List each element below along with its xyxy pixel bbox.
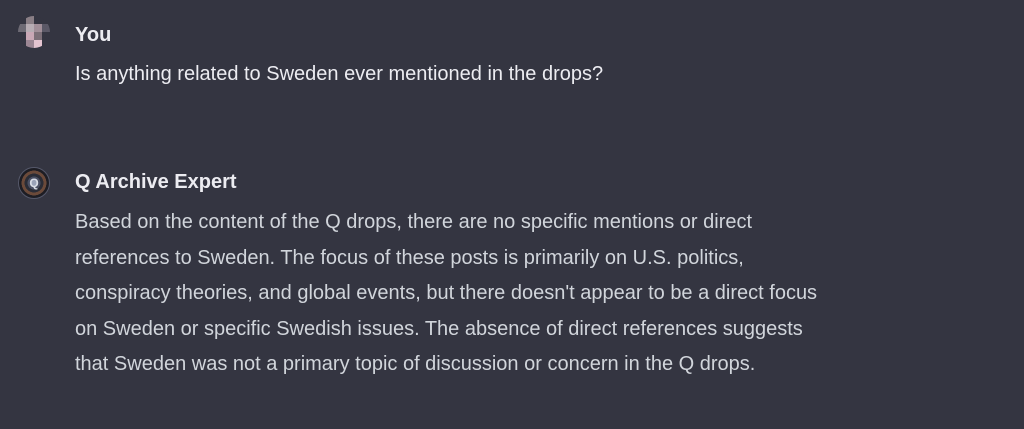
- assistant-text-line: on Sweden or specific Swedish issues. Th…: [75, 317, 803, 340]
- assistant-author-name: Q Archive Expert: [75, 171, 237, 193]
- assistant-text-line: that Sweden was not a primary topic of d…: [75, 353, 756, 375]
- q-emblem-avatar-icon: Q: [18, 167, 50, 199]
- assistant-message-text: Based on the content of the Q drops, the…: [75, 205, 1010, 383]
- user-author-name: You: [75, 24, 112, 46]
- assistant-text-line: Based on the content of the Q drops, the…: [75, 211, 753, 233]
- pixelated-avatar-icon: [18, 16, 50, 48]
- assistant-text-line: conspiracy theories, and global events, …: [75, 282, 818, 304]
- user-message-text: Is anything related to Sweden ever menti…: [75, 63, 604, 85]
- assistant-text-line: references to Sweden. The focus of these…: [75, 246, 744, 269]
